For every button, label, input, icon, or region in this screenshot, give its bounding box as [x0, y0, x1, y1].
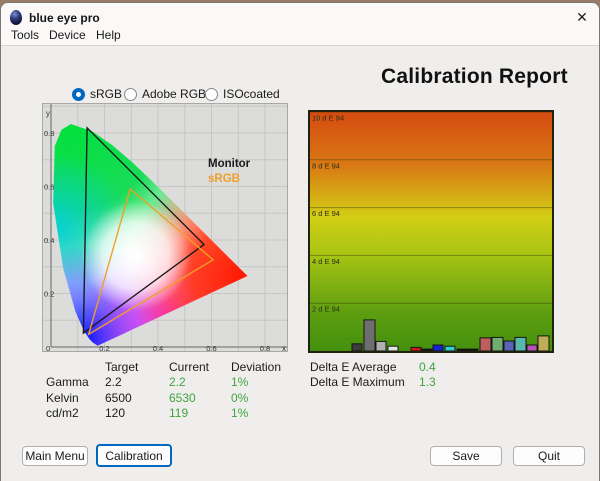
delta-maximum-label: Delta E Maximum [310, 375, 405, 390]
window-title: blue eye pro [29, 11, 100, 25]
main-menu-button[interactable]: Main Menu [22, 446, 88, 466]
luminance-target: 120 [105, 406, 126, 421]
radio-label: Adobe RGB [142, 87, 207, 101]
calibration-results-table: Target Current Deviation Gamma 2.2 2.2 1… [46, 360, 301, 422]
svg-text:0.4: 0.4 [44, 236, 54, 245]
menu-item-tools[interactable]: Tools [8, 27, 42, 44]
delta-e-chart: 10 d E 94 8 d E 94 6 d E 94 4 d E 94 2 d E 9… [308, 110, 554, 353]
app-icon [10, 10, 22, 25]
column-header-deviation: Deviation [231, 360, 282, 374]
svg-text:sRGB: sRGB [208, 173, 240, 185]
page-title: Calibration Report [381, 65, 568, 88]
cie-chromaticity-diagram: 0.2 0.4 0.6 0.8 0.2 0.4 0.6 0.8 0 y x Monitor sRGB [42, 103, 288, 352]
gamma-deviation: 1% [231, 375, 249, 390]
radio-icon [205, 87, 218, 101]
row-label-gamma: Gamma [46, 375, 89, 390]
svg-text:0: 0 [46, 344, 50, 352]
delta-average-label: Delta E Average [310, 360, 397, 374]
delta-e-summary: Delta E Average 0.4 Delta E Maximum 1.3 [310, 360, 469, 391]
luminance-deviation: 1% [231, 406, 249, 421]
delta-average-value: 0.4 [419, 360, 436, 374]
delta-maximum-value: 1.3 [419, 375, 436, 390]
svg-text:Monitor: Monitor [208, 158, 251, 170]
svg-text:y: y [46, 109, 50, 118]
svg-text:x: x [282, 344, 286, 352]
gamma-target: 2.2 [105, 375, 122, 390]
svg-text:8 d E 94: 8 d E 94 [312, 161, 340, 170]
svg-text:0.2: 0.2 [99, 344, 109, 352]
calibration-button[interactable]: Calibration [96, 444, 172, 467]
svg-text:0.6: 0.6 [44, 183, 54, 192]
column-header-target: Target [105, 360, 139, 374]
row-label-luminance: cd/m2 [46, 406, 79, 421]
svg-text:0.4: 0.4 [153, 344, 163, 352]
table-corner-cell [46, 360, 105, 375]
kelvin-target: 6500 [105, 390, 132, 405]
delta-e-bars: 10 d E 94 8 d E 94 6 d E 94 4 d E 94 2 d E 9… [310, 112, 552, 351]
title-bar[interactable]: blue eye pro ✕ [1, 3, 599, 26]
radio-icon [72, 87, 85, 101]
radio-label: ISOcoated [223, 87, 280, 101]
radio-icon [124, 87, 137, 101]
radio-option-isocoated[interactable]: ISOcoated [205, 87, 280, 101]
radio-label: sRGB [90, 87, 123, 101]
kelvin-deviation: 0% [231, 390, 249, 405]
close-button[interactable]: ✕ [568, 7, 596, 27]
luminance-current: 119 [169, 406, 189, 421]
radio-option-srgb[interactable]: sRGB [72, 87, 122, 101]
svg-text:6 d E 94: 6 d E 94 [312, 209, 340, 218]
kelvin-current: 6530 [169, 390, 196, 405]
radio-option-adobe-rgb[interactable]: Adobe RGB [124, 87, 206, 101]
quit-button[interactable]: Quit [513, 446, 585, 466]
svg-text:2 d E 94: 2 d E 94 [312, 305, 340, 314]
menu-bar [1, 26, 599, 46]
svg-text:10 d E 94: 10 d E 94 [312, 114, 344, 123]
svg-text:0.8: 0.8 [44, 129, 54, 138]
save-button[interactable]: Save [430, 446, 502, 466]
row-label-kelvin: Kelvin [46, 390, 79, 405]
svg-text:4 d E 94: 4 d E 94 [312, 257, 340, 266]
svg-text:0.8: 0.8 [260, 344, 270, 352]
menu-item-device[interactable]: Device [46, 27, 89, 44]
svg-text:0.2: 0.2 [44, 290, 54, 299]
gamma-current: 2.2 [169, 375, 186, 390]
app-window: blue eye pro ✕ Tools Device Help sRGB Ad… [0, 0, 600, 481]
column-header-current: Current [169, 360, 210, 374]
menu-item-help[interactable]: Help [93, 27, 124, 44]
svg-text:0.6: 0.6 [206, 344, 216, 352]
